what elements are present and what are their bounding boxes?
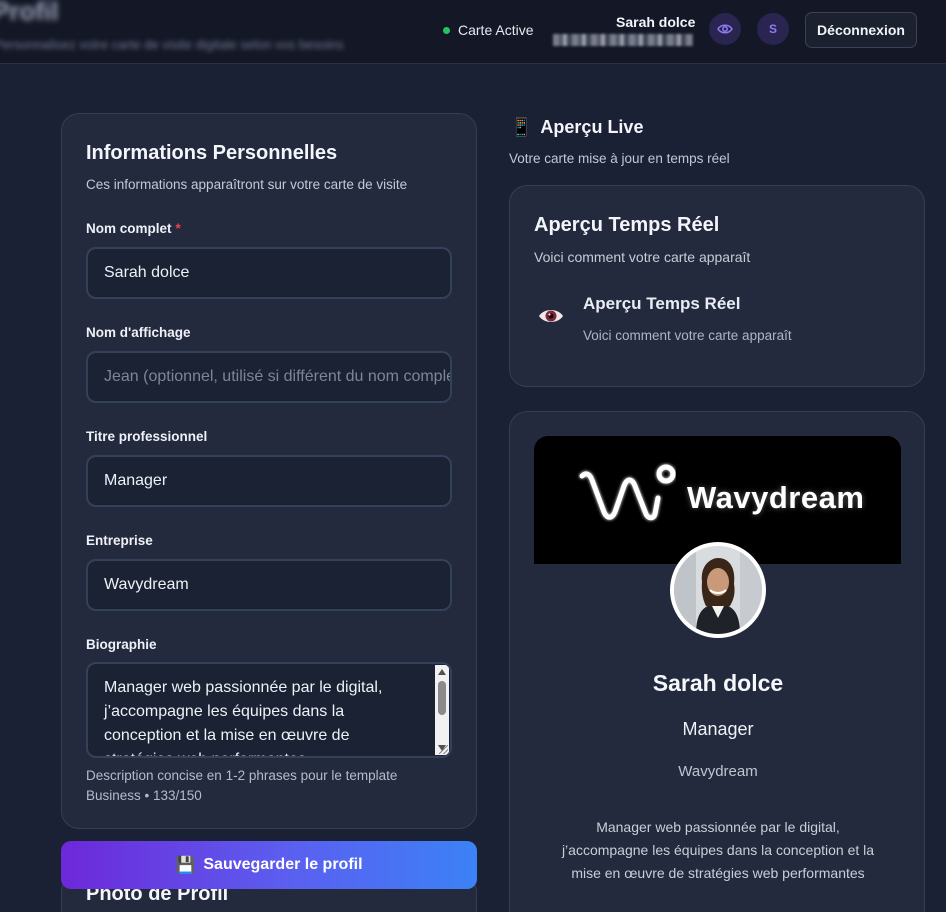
form-description: Ces informations apparaîtront sur votre … bbox=[86, 177, 408, 192]
mobile-phone-icon: 📱 bbox=[510, 117, 533, 137]
preview-card-subtitle: Voici comment votre carte apparaît bbox=[534, 249, 751, 265]
banner-brand: Wavydream bbox=[687, 480, 865, 515]
display-name-input[interactable]: Jean (optionnel, utilisé si différent du… bbox=[86, 351, 452, 403]
eye-icon bbox=[717, 24, 733, 34]
save-profile-button[interactable]: 💾 Sauvegarder le profil bbox=[61, 841, 477, 889]
business-card-preview: Wavydream Sarah dolce Manager Wavydream … bbox=[509, 411, 925, 912]
job-title-label: Titre professionnel bbox=[86, 429, 208, 444]
status-dot-icon bbox=[443, 26, 450, 34]
eye-icon bbox=[539, 310, 563, 322]
top-header: Profil Personnalisez votre carte de visi… bbox=[0, 0, 946, 64]
bio-text: Manager web passionnée par le digital, j… bbox=[104, 679, 383, 756]
status-label: Carte Active bbox=[458, 22, 534, 38]
preview-inner-subtitle: Voici comment votre carte apparaît bbox=[583, 328, 792, 343]
resize-grip-icon[interactable] bbox=[439, 745, 448, 754]
bio-textarea[interactable]: Manager web passionnée par le digital, j… bbox=[86, 662, 452, 758]
card-status: Carte Active bbox=[443, 22, 533, 38]
profile-avatar bbox=[670, 542, 766, 638]
live-preview-subtitle: Votre carte mise à jour en temps réel bbox=[509, 151, 730, 166]
profile-photo bbox=[674, 546, 762, 634]
floppy-disk-icon: 💾 bbox=[175, 857, 196, 874]
company-input[interactable]: Wavydream bbox=[86, 559, 452, 611]
bio-scrollbar[interactable] bbox=[435, 665, 449, 755]
full-name-label-text: Nom complet bbox=[86, 221, 172, 236]
personal-info-card: Informations Personnelles Ces informatio… bbox=[61, 113, 477, 829]
scroll-thumb[interactable] bbox=[438, 681, 446, 715]
required-mark: * bbox=[175, 221, 181, 236]
preview-eye-button[interactable] bbox=[709, 13, 741, 45]
company-label: Entreprise bbox=[86, 533, 153, 548]
full-name-label: Nom complet * bbox=[86, 221, 181, 236]
scroll-up-icon[interactable] bbox=[438, 669, 446, 675]
realtime-preview-card: Aperçu Temps Réel Voici comment votre ca… bbox=[509, 185, 925, 387]
card-company: Wavydream bbox=[678, 763, 758, 780]
logout-button[interactable]: Déconnexion bbox=[805, 12, 917, 48]
save-profile-label: Sauvegarder le profil bbox=[203, 856, 363, 873]
user-name: Sarah dolce bbox=[616, 14, 696, 30]
page-subtitle: Personnalisez votre carte de visite digi… bbox=[0, 37, 344, 52]
preview-card-title: Aperçu Temps Réel bbox=[534, 214, 720, 236]
live-preview-heading: 📱 Aperçu Live bbox=[510, 117, 643, 138]
display-name-label: Nom d'affichage bbox=[86, 325, 191, 340]
card-name: Sarah dolce bbox=[652, 670, 784, 696]
page-title: Profil bbox=[0, 0, 59, 26]
bio-helper-text: Description concise en 1-2 phrases pour … bbox=[86, 768, 398, 803]
user-avatar-button[interactable]: S bbox=[757, 13, 789, 45]
full-name-input[interactable]: Sarah dolce bbox=[86, 247, 452, 299]
form-title: Informations Personnelles bbox=[86, 142, 338, 164]
bio-label: Biographie bbox=[86, 637, 157, 652]
live-preview-title: Aperçu Live bbox=[540, 117, 644, 137]
wavydream-logo-icon bbox=[579, 464, 676, 521]
card-role: Manager bbox=[682, 719, 754, 739]
card-bio: Manager web passionnée par le digital, j… bbox=[561, 819, 875, 881]
job-title-input[interactable]: Manager bbox=[86, 455, 452, 507]
preview-inner-title: Aperçu Temps Réel bbox=[583, 294, 741, 313]
user-email-blurred bbox=[553, 34, 693, 46]
